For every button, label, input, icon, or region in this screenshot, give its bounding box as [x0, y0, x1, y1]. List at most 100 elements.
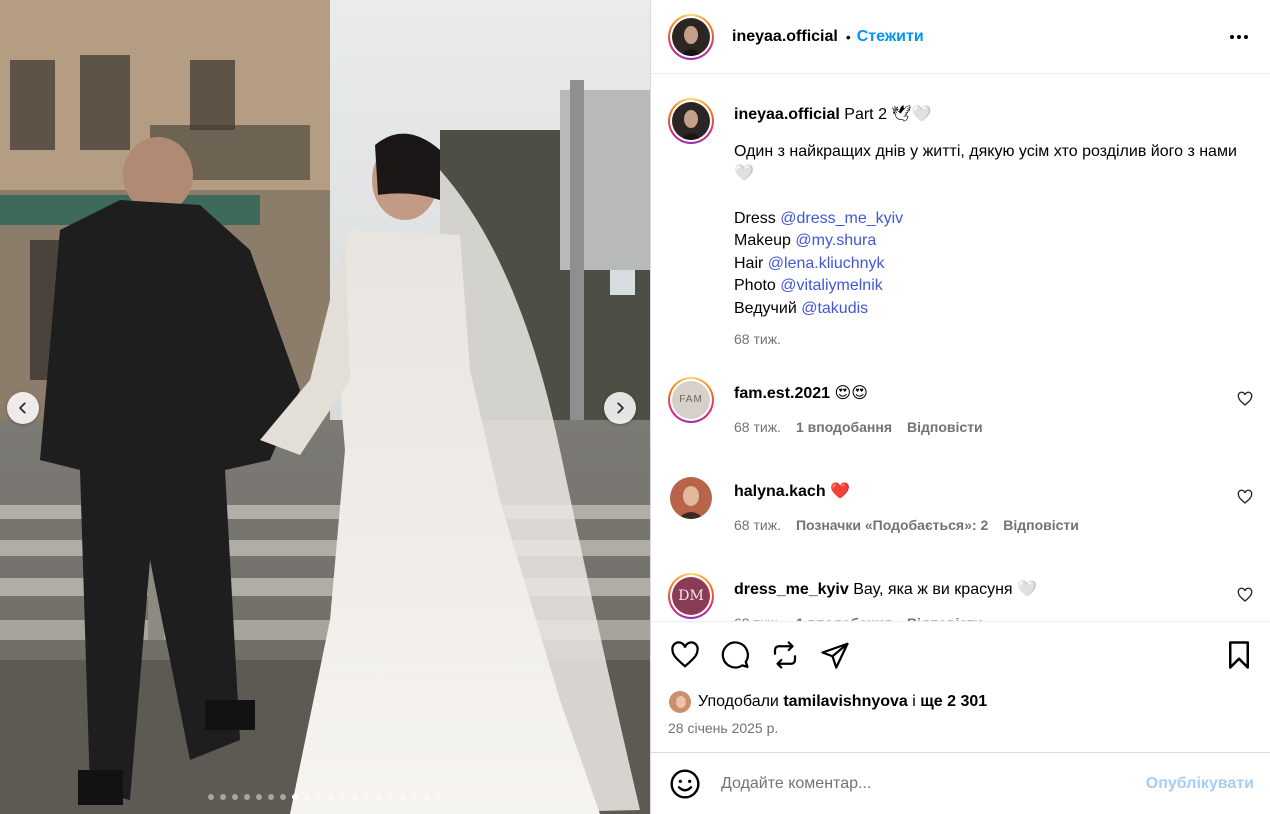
carousel-dot — [316, 794, 322, 800]
commenter-avatar[interactable]: FAM — [668, 376, 714, 423]
liked-more-count[interactable]: ще 2 301 — [920, 693, 987, 711]
carousel-dot — [268, 794, 274, 800]
credit-mention-link[interactable]: @lena.kliuchnyk — [768, 255, 885, 272]
chevron-right-icon — [617, 402, 624, 414]
credit-line: Makeup @my.shura — [734, 230, 1253, 253]
next-slide-button[interactable] — [604, 392, 636, 424]
reply-button[interactable]: Відповісти — [1003, 514, 1079, 537]
carousel-dot — [364, 794, 370, 800]
send-icon — [821, 642, 849, 669]
post-actions-bar — [651, 621, 1270, 688]
credit-role: Hair — [734, 254, 764, 272]
comment-time[interactable]: 68 тиж. — [734, 514, 781, 537]
share-button[interactable] — [818, 638, 852, 672]
comment-item: DM dress_me_kyiv Вау, яка ж ви красуня 🤍… — [668, 572, 1253, 622]
credit-mention-link[interactable]: @dress_me_kyiv — [780, 210, 903, 227]
follow-button[interactable]: Стежити — [857, 28, 924, 46]
comment-time[interactable]: 68 тиж. — [734, 416, 781, 439]
wedding-photo — [0, 0, 650, 814]
carousel-indicator — [0, 794, 650, 800]
carousel-dot — [256, 794, 262, 800]
author-username[interactable]: ineyaa.official — [732, 28, 838, 46]
repost-icon — [773, 641, 797, 669]
comment-body: fam.est.2021 😍😍 68 тиж. 1 вподобання Від… — [734, 377, 1253, 439]
like-comment-button[interactable] — [1237, 587, 1253, 603]
comment-text: Вау, яка ж ви красуня 🤍 — [853, 580, 1037, 598]
dm-logo-text: DM — [678, 587, 704, 604]
author-avatar[interactable] — [668, 13, 714, 60]
more-dot-icon — [1230, 35, 1234, 39]
like-comment-button[interactable] — [1237, 391, 1253, 407]
comment-likes[interactable]: 1 вподобання — [796, 416, 892, 439]
credit-line: Ведучий @takudis — [734, 298, 1253, 321]
heart-outline-icon — [1237, 391, 1253, 406]
publish-button[interactable]: Опублікувати — [1146, 775, 1254, 793]
credit-mention-link[interactable]: @vitaliymelnik — [780, 277, 882, 294]
comment-likes[interactable]: Позначки «Подобається»: 2 — [796, 514, 988, 537]
reply-button[interactable]: Відповісти — [907, 416, 983, 439]
caption-text: Один з найкращих днів у житті, дякую усі… — [734, 142, 1237, 183]
carousel-dot — [352, 794, 358, 800]
commenter-avatar[interactable] — [668, 475, 714, 521]
comment-time[interactable]: 68 тиж. — [734, 612, 781, 621]
previous-slide-button[interactable] — [7, 392, 39, 424]
emoji-icon[interactable] — [669, 768, 701, 800]
comment-username[interactable]: fam.est.2021 — [734, 385, 830, 402]
post-caption: ineyaa.official Part 2 🕊🤍 Один з найкращ… — [668, 98, 1253, 351]
liked-user[interactable]: tamilavishnyova — [783, 693, 908, 711]
post-media[interactable] — [0, 0, 650, 814]
credit-mention-link[interactable]: @my.shura — [795, 232, 876, 249]
comment-body: dress_me_kyiv Вау, яка ж ви красуня 🤍 68… — [734, 573, 1253, 622]
more-options-button[interactable] — [1228, 28, 1250, 46]
comment-text: ❤️ — [830, 482, 850, 500]
caption-credits: Dress @dress_me_kyiv Makeup @my.shura Hair… — [734, 208, 1253, 321]
carousel-dot — [304, 794, 310, 800]
bookmark-icon — [1229, 641, 1249, 669]
post-date[interactable]: 28 січень 2025 р. — [668, 720, 1253, 736]
chevron-left-icon — [19, 402, 26, 414]
carousel-dot — [388, 794, 394, 800]
comment-body: halyna.kach ❤️ 68 тиж. Позначки «Подобає… — [734, 475, 1253, 537]
credit-mention-link[interactable]: @takudis — [801, 300, 868, 317]
heart-outline-icon — [1237, 587, 1253, 602]
comments-list[interactable]: ineyaa.official Part 2 🕊🤍 Один з найкращ… — [651, 74, 1270, 621]
carousel-dot — [232, 794, 238, 800]
caption-username[interactable]: ineyaa.official — [734, 106, 840, 123]
save-button[interactable] — [1222, 638, 1256, 672]
carousel-dot — [280, 794, 286, 800]
repost-button[interactable] — [768, 638, 802, 672]
commenter-avatar-image — [670, 476, 712, 519]
credit-role: Makeup — [734, 232, 791, 249]
more-dot-icon — [1244, 35, 1248, 39]
carousel-dot — [208, 794, 214, 800]
comment-item: FAM fam.est.2021 😍😍 68 тиж. 1 вподобання… — [668, 376, 1253, 439]
carousel-dot — [244, 794, 250, 800]
comment-username[interactable]: dress_me_kyiv — [734, 581, 849, 598]
comment-likes[interactable]: 1 вподобання — [796, 612, 892, 621]
like-comment-button[interactable] — [1237, 489, 1253, 505]
reply-button[interactable]: Відповісти — [907, 612, 983, 621]
carousel-dot — [400, 794, 406, 800]
liker-avatar[interactable] — [668, 690, 692, 714]
caption-timestamp[interactable]: 68 тиж. — [734, 328, 1253, 351]
caption-lead: Part 2 🕊🤍 — [844, 106, 932, 123]
likes-summary[interactable]: Уподобали tamilavishnyova і ще 2 301 — [668, 688, 1253, 716]
comment-button[interactable] — [718, 638, 752, 672]
heart-icon — [671, 641, 699, 668]
comment-input[interactable] — [721, 774, 1146, 793]
caption-body: ineyaa.official Part 2 🕊🤍 Один з найкращ… — [734, 98, 1253, 351]
commenter-avatar[interactable]: DM — [668, 572, 714, 619]
comment-username[interactable]: halyna.kach — [734, 483, 826, 500]
liker-avatar-image — [669, 691, 691, 713]
carousel-dot — [328, 794, 334, 800]
likes-section: Уподобали tamilavishnyova і ще 2 301 28 … — [651, 688, 1270, 752]
liked-prefix: Уподобали — [698, 693, 779, 710]
carousel-dot — [412, 794, 418, 800]
more-dot-icon — [1237, 35, 1241, 39]
like-button[interactable] — [668, 638, 702, 672]
caption-author-avatar[interactable] — [668, 98, 714, 144]
post-side-panel: ineyaa.official • Стежити ineyaa.officia… — [650, 0, 1270, 814]
carousel-dot — [376, 794, 382, 800]
carousel-dot — [220, 794, 226, 800]
credit-line: Hair @lena.kliuchnyk — [734, 253, 1253, 276]
